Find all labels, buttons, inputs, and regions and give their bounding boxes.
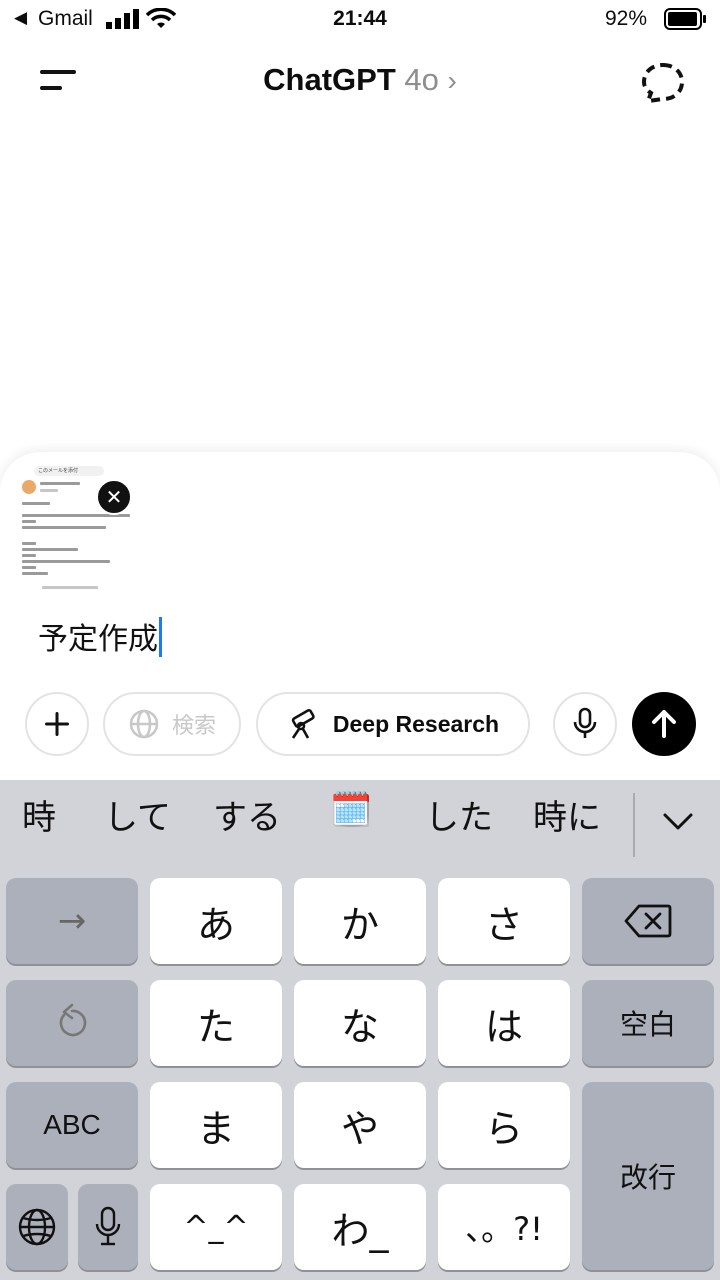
- suggestion-item[interactable]: 時: [22, 790, 56, 839]
- remove-attachment-button[interactable]: ✕: [96, 479, 132, 515]
- dictation-key[interactable]: [78, 1184, 138, 1270]
- deep-research-button[interactable]: Deep Research: [256, 692, 530, 756]
- temporary-chat-icon[interactable]: [638, 60, 688, 106]
- kana-key-wa[interactable]: わ_: [294, 1184, 426, 1270]
- kana-key-sa[interactable]: さ: [438, 878, 570, 964]
- globe-icon: [129, 709, 159, 739]
- kana-key-na[interactable]: な: [294, 980, 426, 1066]
- suggestion-item[interactable]: する: [213, 790, 281, 839]
- kana-key-ra[interactable]: ら: [438, 1082, 570, 1168]
- send-button[interactable]: [632, 692, 696, 756]
- globe-icon: [18, 1208, 56, 1246]
- page-title[interactable]: ChatGPT 4o ›: [0, 62, 720, 98]
- attachment-label: このメールを添付: [34, 466, 104, 476]
- battery-percent: 92%: [605, 7, 648, 30]
- chevron-right-icon: ›: [447, 65, 457, 96]
- suggestion-calendar-emoji[interactable]: 🗓️: [330, 790, 372, 830]
- search-button[interactable]: 検索: [103, 692, 241, 756]
- kana-key-ta[interactable]: た: [150, 980, 282, 1066]
- app-title: ChatGPT: [263, 62, 396, 97]
- model-label: 4o: [404, 62, 439, 97]
- kana-key-ha[interactable]: は: [438, 980, 570, 1066]
- text-caret: [159, 617, 162, 657]
- kaomoji-key[interactable]: ^_^: [150, 1184, 282, 1270]
- kana-key-ma[interactable]: ま: [150, 1082, 282, 1168]
- deep-research-label: Deep Research: [332, 710, 500, 737]
- microphone-icon: [95, 1206, 121, 1246]
- suggestion-item[interactable]: 時に: [533, 790, 601, 839]
- add-attachment-button[interactable]: [25, 692, 89, 756]
- delete-key[interactable]: [582, 878, 714, 964]
- message-input-text: 予定作成: [38, 622, 158, 657]
- globe-key[interactable]: [6, 1184, 68, 1270]
- backspace-icon: [624, 904, 672, 938]
- kana-key-a[interactable]: あ: [150, 878, 282, 964]
- plus-icon: [45, 712, 69, 736]
- arrow-up-icon: [652, 710, 676, 738]
- search-label: 検索: [171, 713, 216, 738]
- status-bar: ◀ Gmail 21:44 92%: [0, 0, 720, 40]
- chevron-down-icon[interactable]: [660, 806, 696, 836]
- suggestion-divider: [633, 793, 635, 857]
- kana-key-ka[interactable]: か: [294, 878, 426, 964]
- dictate-button[interactable]: [553, 692, 617, 756]
- kana-key-ya[interactable]: や: [294, 1082, 426, 1168]
- telescope-icon: [291, 708, 315, 739]
- space-key[interactable]: 空白: [582, 980, 714, 1066]
- abc-key[interactable]: ABC: [6, 1082, 138, 1168]
- avatar: [22, 480, 36, 494]
- punctuation-key[interactable]: 、。?!: [438, 1184, 570, 1270]
- return-key[interactable]: 改行: [582, 1082, 714, 1270]
- suggestion-item[interactable]: した: [425, 790, 493, 839]
- undo-icon: [59, 1003, 87, 1037]
- message-input[interactable]: 予定作成: [38, 614, 162, 658]
- close-icon: ✕: [105, 486, 123, 509]
- battery-icon: [664, 8, 706, 30]
- undo-key[interactable]: [6, 980, 138, 1066]
- microphone-icon: [573, 707, 597, 738]
- suggestion-item[interactable]: して: [104, 790, 171, 839]
- next-candidate-key[interactable]: →: [6, 878, 138, 964]
